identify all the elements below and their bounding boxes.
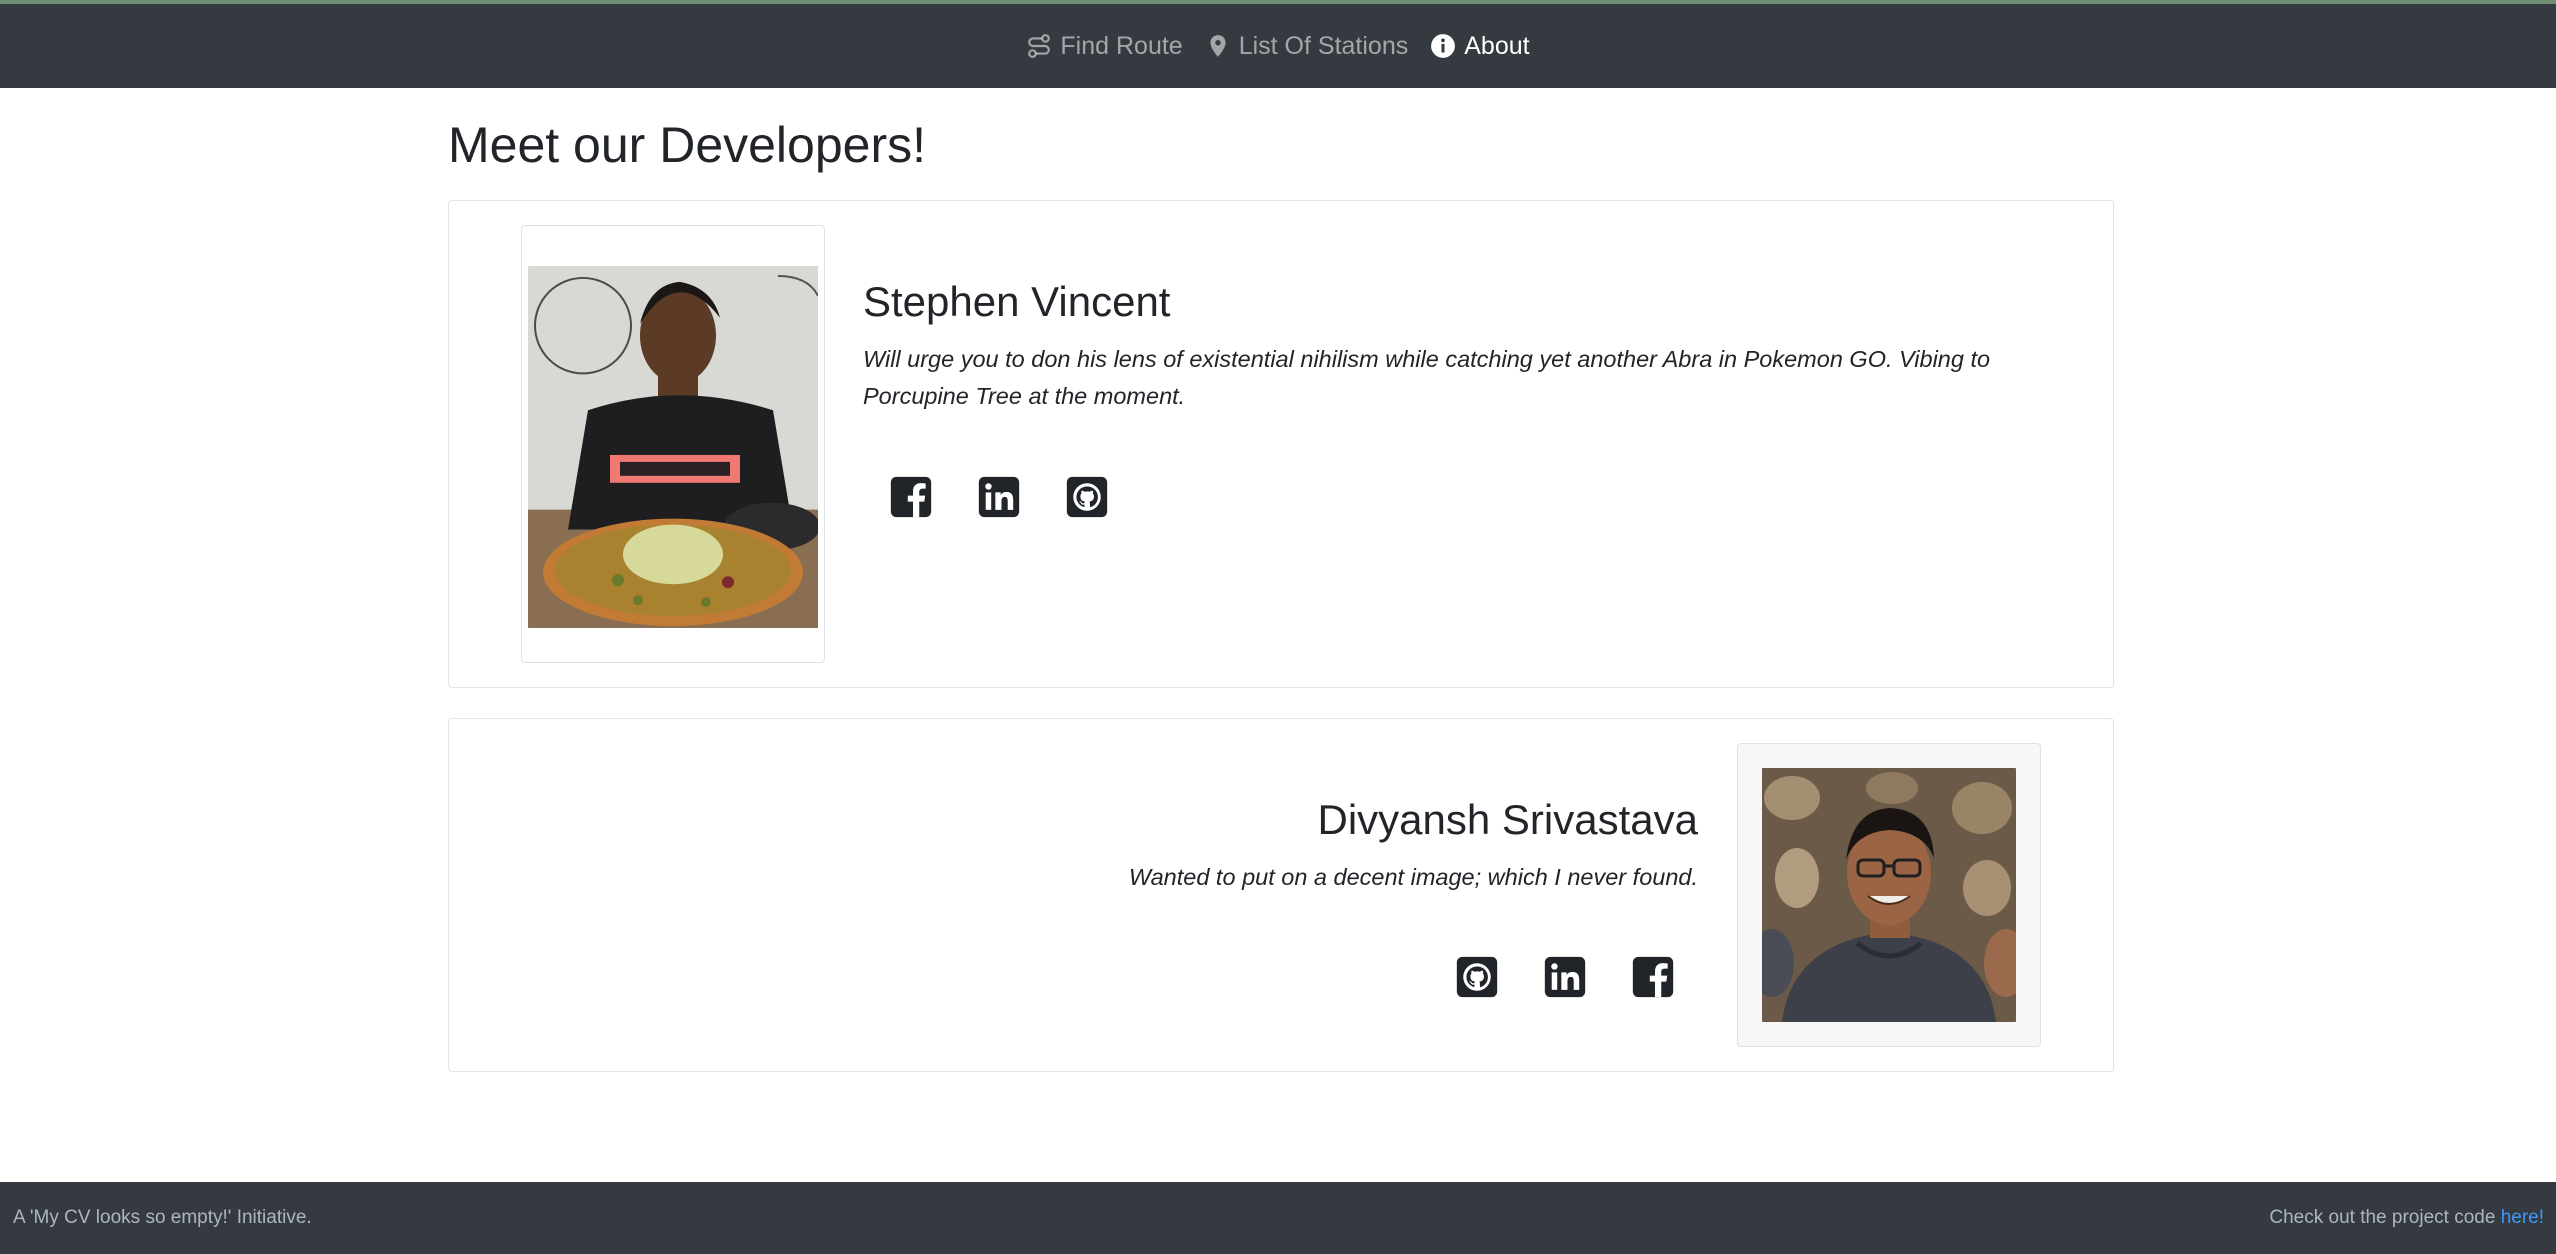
page-title: Meet our Developers! [448, 117, 927, 173]
map-marker-icon [1205, 33, 1231, 59]
nav-find-route-label: Find Route [1060, 31, 1183, 60]
linkedin-icon[interactable] [977, 475, 1021, 519]
top-navbar: Find Route List Of Stations About [0, 0, 2556, 88]
linkedin-icon[interactable] [1543, 955, 1587, 999]
main-nav: Find Route List Of Stations About [1026, 31, 1530, 61]
developer-photo [1762, 768, 2016, 1022]
developer-card: Stephen Vincent Will urge you to don his… [448, 200, 2114, 688]
developer-info: Divyansh Srivastava Wanted to put on a d… [798, 795, 1698, 896]
developer-name: Divyansh Srivastava [1317, 796, 1698, 843]
nav-about-label: About [1464, 31, 1530, 60]
developer-bio: Wanted to put on a decent image; which I… [1128, 864, 1698, 891]
footer: A 'My CV looks so empty!' Initiative. Ch… [0, 1182, 2556, 1254]
main-content: Meet our Developers! Stephen Vincent Wil… [448, 88, 2114, 1072]
nav-find-route[interactable]: Find Route [1026, 31, 1183, 61]
nav-list-of-stations[interactable]: List Of Stations [1205, 31, 1409, 61]
developer-bio: Will urge you to don his lens of existen… [863, 346, 1991, 409]
developer-card: Divyansh Srivastava Wanted to put on a d… [448, 718, 2114, 1072]
github-icon[interactable] [1455, 955, 1499, 999]
developer-name: Stephen Vincent [863, 278, 1171, 325]
developer-socials [1455, 955, 1675, 999]
developer-photo-frame [521, 225, 825, 663]
footer-project-code-label: Check out the project code [2269, 1207, 2496, 1228]
developer-socials [889, 475, 1109, 519]
github-icon[interactable] [1065, 475, 1109, 519]
footer-project-code: Check out the project code here! [2269, 1207, 2544, 1229]
project-code-link[interactable]: here! [2501, 1207, 2544, 1228]
developer-photo [528, 266, 818, 628]
developer-photo-frame [1737, 743, 2041, 1047]
nav-about[interactable]: About [1430, 31, 1530, 61]
footer-tagline: A 'My CV looks so empty!' Initiative. [13, 1207, 312, 1228]
facebook-icon[interactable] [889, 475, 933, 519]
facebook-icon[interactable] [1631, 955, 1675, 999]
info-circle-icon [1430, 33, 1456, 59]
route-icon [1026, 33, 1052, 59]
nav-list-of-stations-label: List Of Stations [1238, 31, 1409, 60]
developer-info: Stephen Vincent Will urge you to don his… [863, 277, 2063, 414]
